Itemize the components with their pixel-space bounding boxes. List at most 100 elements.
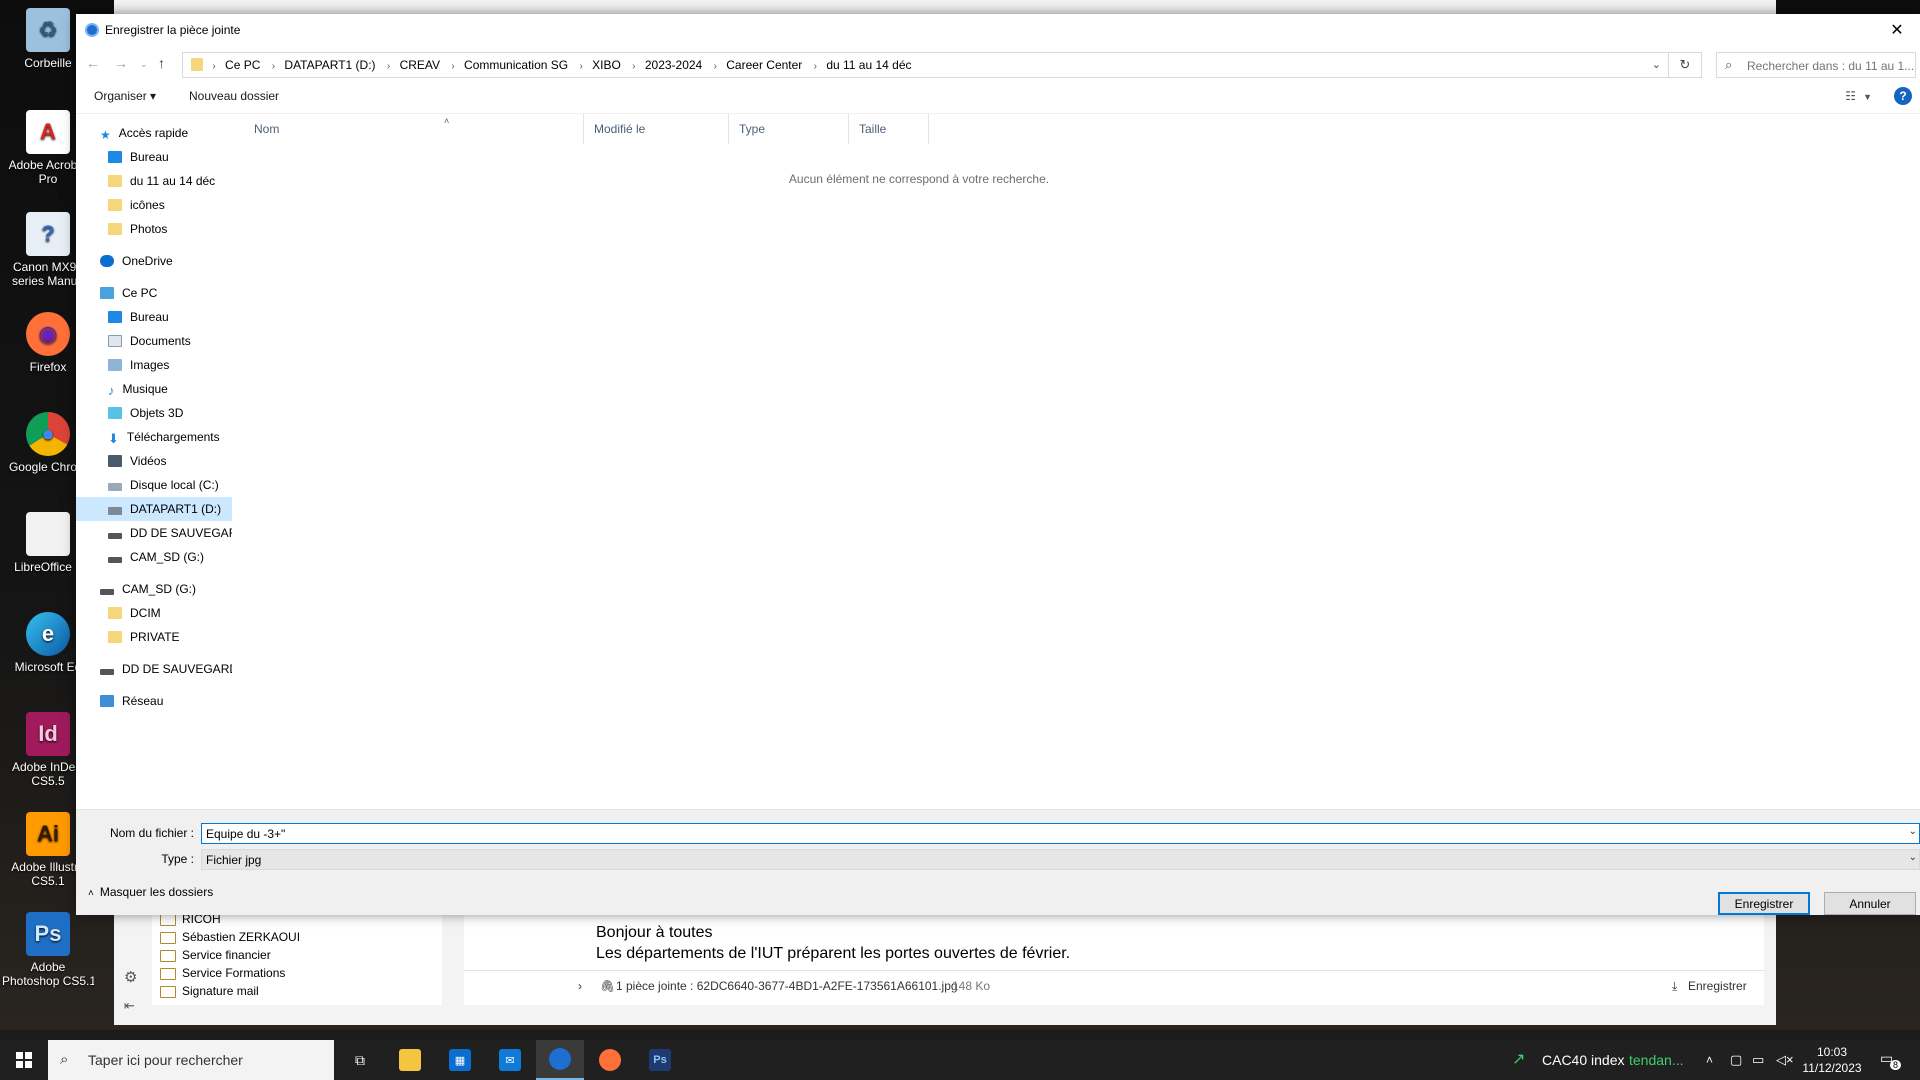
start-button[interactable] <box>0 1040 48 1080</box>
nav-item-bureau-pc[interactable]: Bureau <box>108 305 169 329</box>
meet-now-icon[interactable]: ▢ <box>1730 1040 1742 1080</box>
nav-this-pc[interactable]: Ce PC <box>100 281 157 305</box>
recent-dropdown-icon[interactable]: ⌄ <box>140 59 148 70</box>
volume-muted-icon[interactable]: ◁× <box>1776 1040 1794 1080</box>
hide-folders-toggle[interactable]: ˄ Masquer les dossiers <box>88 885 213 899</box>
breadcrumb-segment[interactable]: DATAPART1 (D:) <box>280 53 381 77</box>
chevron-down-icon[interactable]: ⌄ <box>1909 852 1917 863</box>
close-icon[interactable]: ✕ <box>1874 14 1920 47</box>
attachment-save-link[interactable]: Enregistrer <box>1688 971 1747 1001</box>
taskbar-store[interactable]: ▦ <box>436 1040 484 1080</box>
folder-item[interactable]: Sébastien ZERKAOUI <box>152 928 442 946</box>
view-dropdown-icon[interactable]: ▼ <box>1863 92 1872 102</box>
nav-item-datapart1[interactable]: DATAPART1 (D:) <box>76 497 232 521</box>
nav-item-icones[interactable]: icônes <box>108 193 165 217</box>
file-type-select[interactable]: Fichier jpg ⌄ <box>201 849 1920 870</box>
store-icon: ▦ <box>449 1049 471 1071</box>
nav-network[interactable]: Réseau <box>100 689 163 713</box>
taskbar-firefox[interactable] <box>586 1040 634 1080</box>
collapse-icon[interactable]: ⇤ <box>124 998 135 1014</box>
taskbar-explorer[interactable] <box>386 1040 434 1080</box>
computer-icon <box>100 287 114 299</box>
attachment-bar: › 🖇 1 pièce jointe : 62DC6640-3677-4BD1-… <box>464 970 1764 1001</box>
chevron-down-icon[interactable]: ⌄ <box>1909 826 1917 837</box>
nav-quick-access[interactable]: ★ Accès rapide <box>100 121 188 145</box>
stock-status[interactable]: tendan... <box>1629 1040 1684 1080</box>
column-header-modified[interactable]: Modifié le <box>584 114 729 144</box>
nav-item-videos[interactable]: Vidéos <box>108 449 166 473</box>
filename-field[interactable]: ⌄ <box>201 823 1920 844</box>
nav-item-dd-sauvegarde[interactable]: DD DE SAUVEGARD <box>108 521 232 545</box>
taskbar-search-box[interactable]: ⌕ Taper ici pour rechercher <box>48 1040 334 1080</box>
new-folder-button[interactable]: Nouveau dossier <box>189 89 279 103</box>
stock-name[interactable]: CAC40 index <box>1542 1040 1625 1080</box>
outlook-icon <box>549 1048 571 1070</box>
nav-item-photos[interactable]: Photos <box>108 217 167 241</box>
column-header-size[interactable]: Taille <box>849 114 929 144</box>
nav-item-objets-3d[interactable]: Objets 3D <box>108 401 183 425</box>
chevron-right-icon: › <box>579 61 583 72</box>
mail-folder-list: RICOH Sébastien ZERKAOUI Service financi… <box>152 910 442 1005</box>
nav-item-cam-sd[interactable]: CAM_SD (G:) <box>108 545 204 569</box>
nav-item-telechargements[interactable]: ⬇ Téléchargements <box>108 425 220 449</box>
nav-item-bureau[interactable]: Bureau <box>108 145 169 169</box>
save-button[interactable]: Enregistrer <box>1718 892 1810 915</box>
search-input[interactable] <box>1745 55 1919 77</box>
clock[interactable]: 10:03 11/12/2023 <box>1802 1044 1862 1076</box>
folder-item[interactable]: Service Formations <box>152 964 442 982</box>
mail-left-bar: ⚙ ⇤ <box>114 910 150 1025</box>
nav-item-dcim[interactable]: DCIM <box>108 601 161 625</box>
folder-item[interactable]: Signature mail <box>152 982 442 1000</box>
expand-chevron-icon[interactable]: › <box>578 971 582 1001</box>
search-icon: ⌕ <box>60 1051 69 1068</box>
search-box[interactable]: ⌕ <box>1716 52 1919 78</box>
breadcrumb-segment[interactable]: XIBO <box>588 53 627 77</box>
attachment-name[interactable]: 1 pièce jointe : 62DC6640-3677-4BD1-A2FE… <box>616 971 958 1001</box>
filename-input[interactable] <box>206 825 1886 842</box>
column-header-name[interactable]: Nom ˄ <box>234 114 584 144</box>
desktop-icon-photoshop[interactable]: Ps Adobe Photoshop CS5.1 <box>2 912 94 988</box>
task-view-button[interactable]: ⧉ <box>336 1040 384 1080</box>
cube-3d-icon <box>108 407 122 419</box>
video-icon <box>108 455 122 467</box>
nav-dd-sauvegarde-root[interactable]: DD DE SAUVEGARDE <box>100 657 232 681</box>
column-header-type[interactable]: Type <box>729 114 849 144</box>
taskbar-photoshop[interactable]: Ps <box>636 1040 684 1080</box>
nav-item-disque-c[interactable]: Disque local (C:) <box>108 473 219 497</box>
nav-item-private[interactable]: PRIVATE <box>108 625 180 649</box>
nav-item-musique[interactable]: ♪ Musique <box>108 377 168 401</box>
forward-arrow-icon[interactable]: → <box>114 55 128 71</box>
up-arrow-icon[interactable]: ↑ <box>158 55 165 71</box>
back-arrow-icon[interactable]: ← <box>86 55 100 71</box>
attachment-save-icon: ⤓ <box>1672 979 1678 993</box>
organize-button[interactable]: Organiser ▾ <box>94 89 156 103</box>
refresh-icon[interactable]: ↻ <box>1668 53 1701 77</box>
view-options-icon[interactable]: ☷ <box>1845 89 1856 103</box>
cancel-button[interactable]: Annuler <box>1824 892 1916 915</box>
breadcrumb-segment[interactable]: Communication SG <box>460 53 574 77</box>
taskbar-mail[interactable]: ✉ <box>486 1040 534 1080</box>
address-dropdown-icon[interactable]: ⌄ <box>1652 53 1661 77</box>
breadcrumb-segment[interactable]: CREAV <box>396 53 446 77</box>
address-bar[interactable]: › Ce PC › DATAPART1 (D:) › CREAV › Commu… <box>182 52 1702 78</box>
photoshop-icon: Ps <box>649 1049 671 1071</box>
save-options-panel: Nom du fichier : ⌄ Type : Fichier jpg ⌄ … <box>76 809 1920 915</box>
nav-onedrive[interactable]: OneDrive <box>100 249 173 273</box>
firefox-icon: ◉ <box>26 312 70 356</box>
network-icon[interactable]: ▭ <box>1752 1040 1764 1080</box>
nav-cam-sd-root[interactable]: CAM_SD (G:) <box>100 577 196 601</box>
breadcrumb-segment[interactable]: Ce PC <box>221 53 266 77</box>
help-icon[interactable]: ? <box>1894 87 1912 105</box>
folder-item[interactable]: Service financier <box>152 946 442 964</box>
tray-chevron-up-icon[interactable]: ˄ <box>1706 1040 1713 1080</box>
nav-item-images[interactable]: Images <box>108 353 169 377</box>
breadcrumb-segment[interactable]: Career Center <box>722 53 808 77</box>
nav-item-documents[interactable]: Documents <box>108 329 191 353</box>
breadcrumb-segment[interactable]: du 11 au 14 déc <box>822 53 917 77</box>
taskbar-outlook[interactable] <box>536 1040 584 1080</box>
settings-icon[interactable]: ⚙ <box>124 968 137 986</box>
chevron-right-icon: › <box>386 61 391 72</box>
drive-icon <box>100 589 114 595</box>
nav-item-du-11-au-14[interactable]: du 11 au 14 déc <box>108 169 215 193</box>
breadcrumb-segment[interactable]: 2023-2024 <box>641 53 708 77</box>
